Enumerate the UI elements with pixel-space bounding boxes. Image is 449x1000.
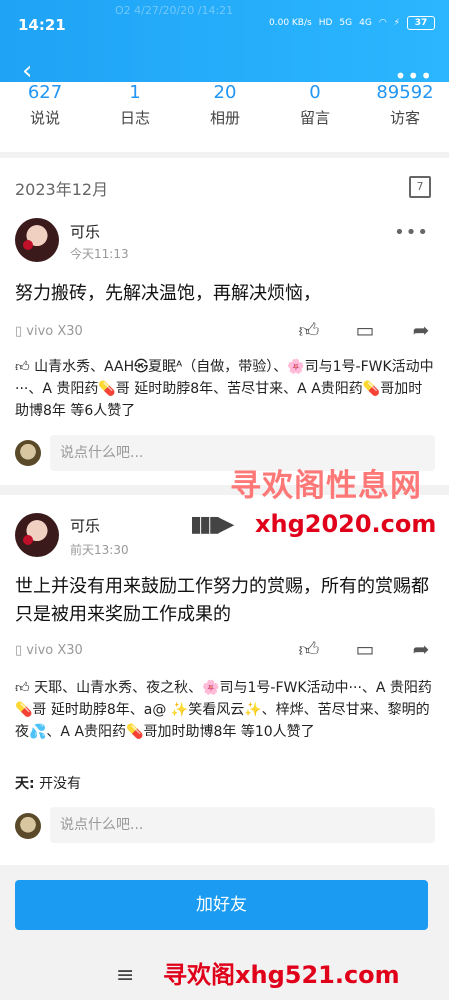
stat-label: 留言: [299, 109, 330, 127]
comment-text: 开没有: [39, 776, 82, 792]
hd-icon: HD: [318, 18, 333, 28]
likes-text: 山青水秀、AAH㉿夏眠ᴬ（自做，带验）、🌸司与1号-FWK活动中···、A 贵阳…: [15, 359, 434, 419]
stat-shuoshuo[interactable]: 627 说说: [0, 82, 90, 128]
ghost-text: O2 4/27/20/20 /14:21: [115, 4, 234, 17]
stat-label: 相册: [209, 109, 240, 127]
date-header: 2023年12月 7: [0, 158, 449, 202]
post-username[interactable]: 可乐: [70, 515, 100, 536]
stat-label: 说说: [29, 109, 60, 127]
stat-liuyan[interactable]: 0 留言: [270, 82, 360, 128]
thumbs-up-icon[interactable]: 👍︎: [296, 318, 322, 342]
comment-item: 天: 开没有: [15, 773, 435, 793]
post-card: 可乐 今天11:13 ••• 努力搬砖，先解决温饱，再解决烦恼， ▯ vivo …: [0, 202, 449, 485]
likes-list: 👍︎ 天耶、山青水秀、夜之秋、🌸司与1号-FWK活动中···、A 贵阳药💊哥 延…: [15, 677, 435, 743]
phone-icon: ▯: [15, 324, 27, 339]
phone-icon: ▯: [15, 643, 27, 658]
post-username[interactable]: 可乐: [70, 221, 100, 242]
post-card: 可乐 前天13:30 世上并没有用来鼓励工作努力的赏赐，所有的赏赐都只是被用来奖…: [0, 495, 449, 865]
share-icon[interactable]: ➦: [408, 637, 434, 661]
watermark-bottom: 寻欢阁xhg521.com: [163, 961, 400, 989]
stat-fangke[interactable]: 89592 访客: [360, 82, 449, 128]
comment-icon[interactable]: ▭: [352, 637, 378, 661]
menu-icon[interactable]: ≡: [116, 963, 134, 988]
signal-5g-icon: 5G: [339, 18, 353, 28]
avatar[interactable]: [15, 513, 59, 557]
device-name: vivo X30: [26, 643, 83, 658]
likes-text: 天耶、山青水秀、夜之秋、🌸司与1号-FWK活动中···、A 贵阳药💊哥 延时助脖…: [15, 680, 432, 740]
stat-number: 627: [27, 82, 63, 101]
post-device: ▯ vivo X30: [15, 324, 83, 339]
my-avatar: [15, 813, 41, 839]
stat-rizhi[interactable]: 1 日志: [90, 82, 180, 128]
comment-user[interactable]: 天:: [15, 776, 35, 792]
add-friend-button[interactable]: 加好友: [15, 880, 428, 930]
stat-number: 0: [309, 82, 321, 101]
thumbs-up-icon: 👍︎: [15, 680, 35, 696]
stats-bar: 627 说说 1 日志 20 相册 0 留言 89592 访客: [0, 82, 449, 152]
avatar[interactable]: [15, 218, 59, 262]
device-name: vivo X30: [26, 324, 83, 339]
status-time: 14:21: [18, 16, 66, 34]
stat-number: 1: [129, 82, 141, 101]
thumbs-up-icon[interactable]: 👍︎: [296, 637, 322, 661]
stat-label: 日志: [119, 109, 150, 127]
post-content: 世上并没有用来鼓励工作努力的赏赐，所有的赏赐都只是被用来奖励工作成果的: [15, 576, 429, 625]
signal-4g-icon: 4G: [359, 18, 372, 28]
watermark-arrow: ▮▮▮▶: [190, 512, 234, 537]
likes-list: 👍︎ 山青水秀、AAH㉿夏眠ᴬ（自做，带验）、🌸司与1号-FWK活动中···、A…: [15, 356, 435, 422]
stat-number: 20: [213, 82, 237, 101]
post-time: 今天11:13: [70, 247, 129, 261]
battery-icon: 37: [407, 16, 435, 30]
watermark-text: 寻欢阁性息网: [230, 468, 422, 504]
thumbs-up-icon: 👍︎: [15, 359, 35, 375]
status-bar: 14:21 O2 4/27/20/20 /14:21 0.00 KB/s HD …: [0, 0, 449, 50]
chevron-left-icon[interactable]: ‹: [22, 58, 32, 84]
watermark-url: xhg2020.com: [255, 510, 437, 538]
post-time: 前天13:30: [70, 543, 129, 557]
comment-icon[interactable]: ▭: [352, 318, 378, 342]
stat-label: 访客: [389, 109, 420, 127]
charging-icon: ⚡: [393, 18, 400, 28]
more-horizontal-icon[interactable]: •••: [394, 222, 429, 243]
comment-input[interactable]: 说点什么吧...: [50, 807, 435, 843]
net-speed: 0.00 KB/s: [269, 18, 312, 28]
wifi-icon: ◠: [378, 18, 387, 28]
post-device: ▯ vivo X30: [15, 643, 83, 658]
date-text: 2023年12月: [15, 180, 109, 199]
stat-number: 89592: [376, 82, 434, 101]
stat-xiangce[interactable]: 20 相册: [180, 82, 270, 128]
share-icon[interactable]: ➦: [408, 318, 434, 342]
calendar-icon[interactable]: 7: [409, 176, 431, 198]
post-content: 努力搬砖，先解决温饱，再解决烦恼，: [15, 283, 321, 304]
my-avatar: [15, 440, 41, 466]
